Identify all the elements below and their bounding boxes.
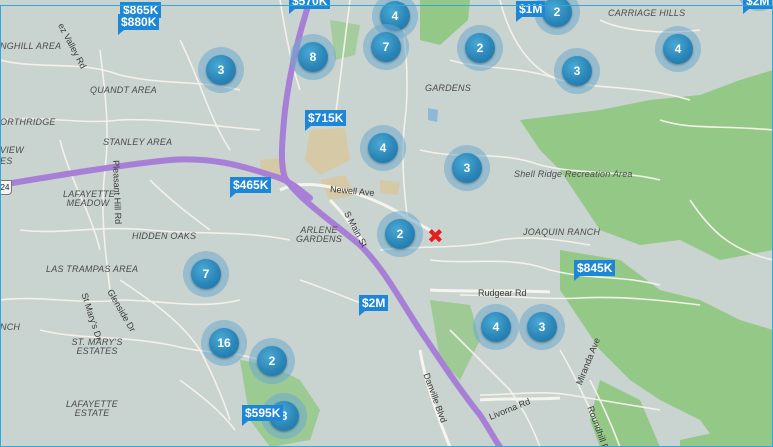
cluster-count: 2 <box>465 33 495 63</box>
area-label: LAS TRAMPAS AREA <box>46 264 139 274</box>
price-tag[interactable]: $2M <box>359 295 389 316</box>
cluster-count: 3 <box>206 55 236 85</box>
area-label: LAFAYETTE MEADOW <box>63 189 115 208</box>
price-tag[interactable]: $715K <box>305 110 347 131</box>
area-label: ES <box>0 156 13 166</box>
listing-cluster[interactable]: 3 <box>444 145 490 191</box>
cluster-count: 4 <box>663 34 693 64</box>
listing-cluster[interactable]: 8 <box>290 34 336 80</box>
area-label: ARLENE GARDENS <box>296 225 342 244</box>
cluster-count: 4 <box>368 133 398 163</box>
cluster-count: 3 <box>527 312 557 342</box>
cluster-count: 2 <box>385 219 415 249</box>
area-label: CARRIAGE HILLS <box>608 8 686 18</box>
listing-cluster[interactable]: 3 <box>519 304 565 350</box>
price-tag[interactable]: $880K <box>118 14 160 35</box>
cluster-count: 3 <box>452 153 482 183</box>
price-tag[interactable]: $2M <box>743 0 773 14</box>
listing-cluster[interactable]: 3 <box>554 48 600 94</box>
area-label: NCH <box>0 322 21 332</box>
area-label: ORTHRIDGE <box>0 117 56 127</box>
listing-cluster[interactable]: 4 <box>473 304 519 350</box>
area-label: GARDENS <box>425 83 471 93</box>
street-label: Rudgear Rd <box>478 288 527 298</box>
area-label: JOAQUIN RANCH <box>523 227 601 237</box>
street-label: Pleasant Hill Rd <box>111 159 124 225</box>
listing-cluster[interactable]: 3 <box>198 47 244 93</box>
cluster-count: 4 <box>481 312 511 342</box>
close-icon[interactable]: ✖ <box>427 226 444 246</box>
cluster-count: 2 <box>542 0 572 27</box>
listing-cluster[interactable]: 4 <box>360 125 406 171</box>
price-tag[interactable]: $595K <box>242 405 284 426</box>
listing-cluster[interactable]: 2 <box>249 338 295 384</box>
listing-cluster[interactable]: 16 <box>201 320 247 366</box>
listing-cluster[interactable]: 4 <box>655 26 701 72</box>
cluster-count: 8 <box>298 42 328 72</box>
area-label: LAFAYETTE ESTATE <box>66 399 118 418</box>
area-label: STANLEY AREA <box>103 137 173 147</box>
map-view[interactable]: NGHILL AREA QUANDT AREA ORTHRIDGE STANLE… <box>0 0 773 447</box>
cluster-count: 16 <box>209 328 239 358</box>
price-tag[interactable]: $465K <box>230 177 272 198</box>
price-tag[interactable]: $1M <box>516 1 546 22</box>
cluster-count: 7 <box>371 32 401 62</box>
area-label: NGHILL AREA <box>0 41 62 51</box>
highway-shield-icon: 24 <box>0 180 12 195</box>
area-label: Shell Ridge Recreation Area <box>514 169 633 179</box>
price-tag[interactable]: $845K <box>574 260 616 281</box>
price-tag[interactable]: $570K <box>289 0 331 14</box>
listing-cluster[interactable]: 7 <box>183 251 229 297</box>
cluster-count: 2 <box>257 346 287 376</box>
area-label: HIDDEN OAKS <box>132 231 197 241</box>
cluster-count: 7 <box>191 259 221 289</box>
listing-cluster[interactable]: 2 <box>377 211 423 257</box>
pond <box>428 108 438 122</box>
cluster-count: 3 <box>562 56 592 86</box>
listing-cluster[interactable]: 7 <box>363 24 409 70</box>
listing-cluster[interactable]: 2 <box>457 25 503 71</box>
area-label: VIEW <box>0 145 24 155</box>
area-label: QUANDT AREA <box>90 85 157 95</box>
